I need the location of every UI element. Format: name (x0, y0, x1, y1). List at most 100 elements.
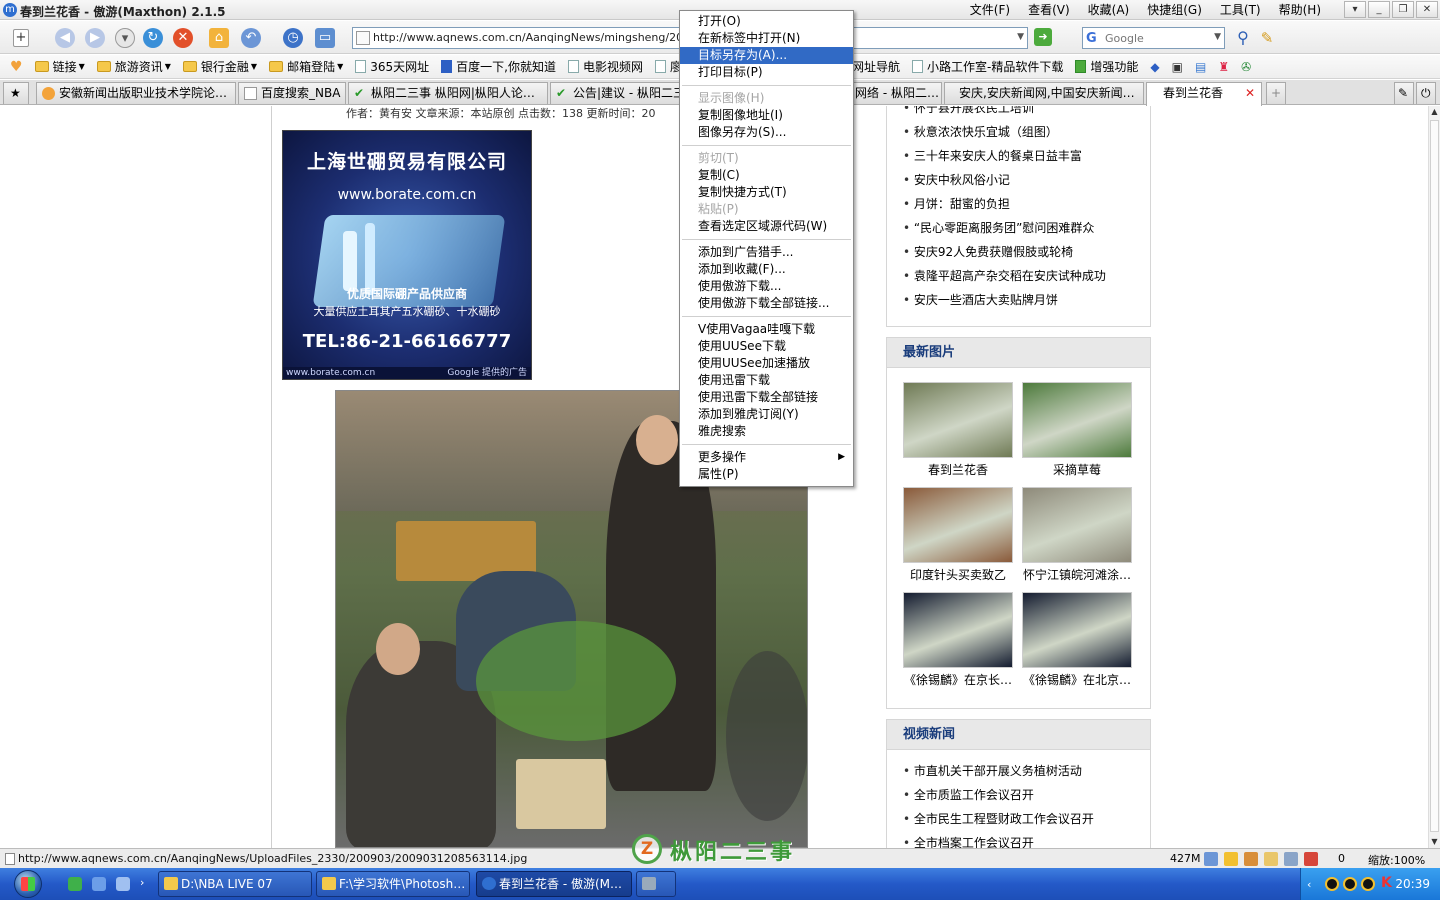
picture-thumb[interactable] (903, 487, 1013, 563)
forward-button[interactable]: ▶ (82, 25, 108, 51)
chevron-down-icon[interactable]: ▼ (1214, 32, 1221, 42)
picture-caption[interactable]: 怀宁江镇皖河滩涂… (1022, 563, 1132, 587)
skin-icon[interactable]: ◆ (1150, 60, 1159, 74)
highlight-button[interactable]: ✎ (1254, 25, 1280, 51)
ie-quicklaunch-icon[interactable] (68, 877, 82, 891)
links-folder[interactable]: 链接 ▼ (34, 58, 85, 75)
video-news-item[interactable]: 全市民生工程暨财政工作会议召开 (903, 807, 1150, 831)
context-menu-item[interactable]: 属性(P) (680, 466, 853, 483)
menu-tools[interactable]: 工具(T) (1211, 2, 1270, 18)
news-item[interactable]: 袁隆平超高产杂交稻在安庆试种成功 (903, 264, 1150, 288)
refresh-button[interactable]: ↻ (140, 25, 166, 51)
context-menu-item[interactable]: 在新标签中打开(N) (680, 30, 853, 47)
search-button[interactable]: ⚲ (1230, 25, 1256, 51)
window-icon[interactable]: ▣ (1172, 60, 1183, 74)
video-news-item[interactable]: 全市质监工作会议召开 (903, 783, 1150, 807)
links-folder[interactable]: 邮箱登陆 ▼ (269, 58, 343, 75)
chevron-down-icon[interactable]: ▼ (1017, 32, 1024, 42)
tab[interactable]: 安徽新闻出版职业技术学院论… (36, 82, 236, 104)
context-menu-item[interactable]: V使用Vagaa哇嘎下载 (680, 321, 853, 338)
picture-item[interactable]: 春到兰花香 (903, 382, 1013, 487)
close-tab-icon[interactable]: ✕ (1245, 83, 1255, 103)
go-button[interactable]: ➜ (1034, 28, 1052, 46)
search-input[interactable] (1105, 30, 1205, 46)
tools-icon[interactable]: ✇ (1241, 60, 1251, 74)
link-item[interactable]: 增强功能 (1075, 58, 1138, 75)
link-item[interactable]: 365天网址 (355, 58, 429, 75)
context-menu-item[interactable]: 图像另存为(S)... (680, 124, 853, 141)
tab-menu-button[interactable]: ★ (3, 82, 29, 104)
back-button[interactable]: ◀ (52, 25, 78, 51)
picture-thumb[interactable] (1022, 592, 1132, 668)
picture-item[interactable]: 怀宁江镇皖河滩涂… (1022, 487, 1132, 592)
zoom-level[interactable]: 缩放:100% (1368, 852, 1425, 868)
context-menu-item[interactable]: 添加到广告猎手... (680, 244, 853, 261)
scroll-down-arrow-icon[interactable]: ▼ (1429, 836, 1440, 848)
cup-icon[interactable]: ♜ (1218, 60, 1229, 74)
tab[interactable]: 百度搜索_NBA (238, 82, 346, 104)
menu-favorites[interactable]: 收藏(A) (1079, 2, 1139, 18)
context-menu-item[interactable]: 更多操作 ▶ (680, 449, 853, 466)
links-folder[interactable]: 银行金融 ▼ (182, 58, 257, 75)
context-menu-item[interactable]: 添加到雅虎订阅(Y) (680, 406, 853, 423)
kaspersky-icon[interactable]: K (1381, 875, 1395, 891)
taskbar-item[interactable]: F:\学习软件\Photosh… (316, 871, 470, 897)
video-news-item[interactable]: 全市档案工作会议召开 (903, 831, 1150, 848)
notes-icon[interactable]: ▤ (1195, 60, 1206, 74)
picture-caption[interactable]: 春到兰花香 (903, 458, 1013, 482)
menu-help[interactable]: 帮助(H) (1270, 2, 1330, 18)
scroll-thumb[interactable] (1430, 120, 1439, 832)
context-menu-item[interactable]: 使用迅雷下载全部链接 (680, 389, 853, 406)
picture-item[interactable]: 采摘草莓 (1022, 382, 1132, 487)
link-item[interactable]: 百度一下,你就知道 (441, 58, 556, 75)
tab-close-all-button[interactable]: ⏻ (1416, 82, 1436, 104)
new-tab-plus-button[interactable]: + (1266, 82, 1286, 104)
chevron-right-icon[interactable]: › (140, 876, 150, 890)
ad-provider-label[interactable]: Google 提供的广告 (447, 367, 527, 379)
qq-icon[interactable] (1343, 877, 1357, 891)
ad-footer-url[interactable]: www.borate.com.cn (286, 368, 375, 378)
picture-caption[interactable]: 《徐锡麟》在京长… (903, 668, 1013, 692)
context-menu-item[interactable]: 打开(O) (680, 13, 853, 30)
memory-usage[interactable]: 427M (1170, 852, 1201, 865)
tab-tools-button[interactable]: ✎ (1394, 82, 1414, 104)
context-menu-item[interactable]: 使用UUSee加速播放 (680, 355, 853, 372)
picture-thumb[interactable] (1022, 487, 1132, 563)
picture-caption[interactable]: 《徐锡麟》在北京… (1022, 668, 1132, 692)
context-menu-item[interactable]: 复制图像地址(I) (680, 107, 853, 124)
vertical-scrollbar[interactable]: ▲ ▼ (1428, 106, 1440, 848)
news-item[interactable]: 安庆92人免费获赠假肢或轮椅 (903, 240, 1150, 264)
link-item[interactable]: 电影视频网 (567, 58, 643, 75)
context-menu-item[interactable]: 打印目标(P) (680, 64, 853, 81)
maxthon-quicklaunch-icon[interactable] (92, 877, 106, 891)
tab[interactable]: 安庆,安庆新闻网,中国安庆新闻… (944, 82, 1144, 104)
links-folder[interactable]: 旅游资讯 ▼ (96, 58, 171, 75)
minimize-button[interactable]: _ (1368, 1, 1390, 18)
home-button[interactable]: ⌂ (206, 25, 232, 51)
picture-item[interactable]: 《徐锡麟》在京长… (903, 592, 1013, 697)
desktop-quicklaunch-icon[interactable] (116, 877, 130, 891)
taskbar-item-active[interactable]: 春到兰花香 - 傲游(M… (476, 871, 632, 897)
lightning-icon[interactable] (1224, 852, 1238, 866)
picture-caption[interactable]: 采摘草莓 (1022, 458, 1132, 482)
start-button[interactable] (6, 868, 54, 900)
chevron-left-icon[interactable]: ‹ (1307, 878, 1321, 892)
tab-active[interactable]: 春到兰花香 ✕ (1146, 82, 1262, 106)
picture-item[interactable]: 《徐锡麟》在北京… (1022, 592, 1132, 697)
context-menu-item[interactable]: 使用傲游下载... (680, 278, 853, 295)
link-item[interactable]: 网址导航 (852, 58, 900, 75)
video-news-item[interactable]: 市直机关干部开展义务植树活动 (903, 759, 1150, 783)
undo-close-button[interactable]: ↶ (238, 25, 264, 51)
menu-file[interactable]: 文件(F) (961, 2, 1019, 18)
context-menu-item[interactable]: 雅虎搜索 (680, 423, 853, 440)
context-menu-item[interactable]: 目标另存为(A)... (680, 47, 853, 64)
history-dropdown-button[interactable]: ▾ (112, 25, 138, 51)
picture-caption[interactable]: 印度针头买卖致乙 (903, 563, 1013, 587)
news-item[interactable]: 怀宁县开展农民工培训 (903, 106, 1150, 120)
ad-banner[interactable]: 上海世硼贸易有限公司 www.borate.com.cn 优质国际硼产品供应商 … (282, 130, 532, 380)
tab[interactable]: ✔ 枞阳二三事 枞阳网|枞阳人论… (348, 82, 548, 104)
news-item[interactable]: 安庆一些酒店大卖贴牌月饼 (903, 288, 1150, 312)
context-menu-item[interactable]: 使用迅雷下载 (680, 372, 853, 389)
picture-thumb[interactable] (903, 592, 1013, 668)
context-menu-item[interactable]: 使用傲游下载全部链接... (680, 295, 853, 312)
